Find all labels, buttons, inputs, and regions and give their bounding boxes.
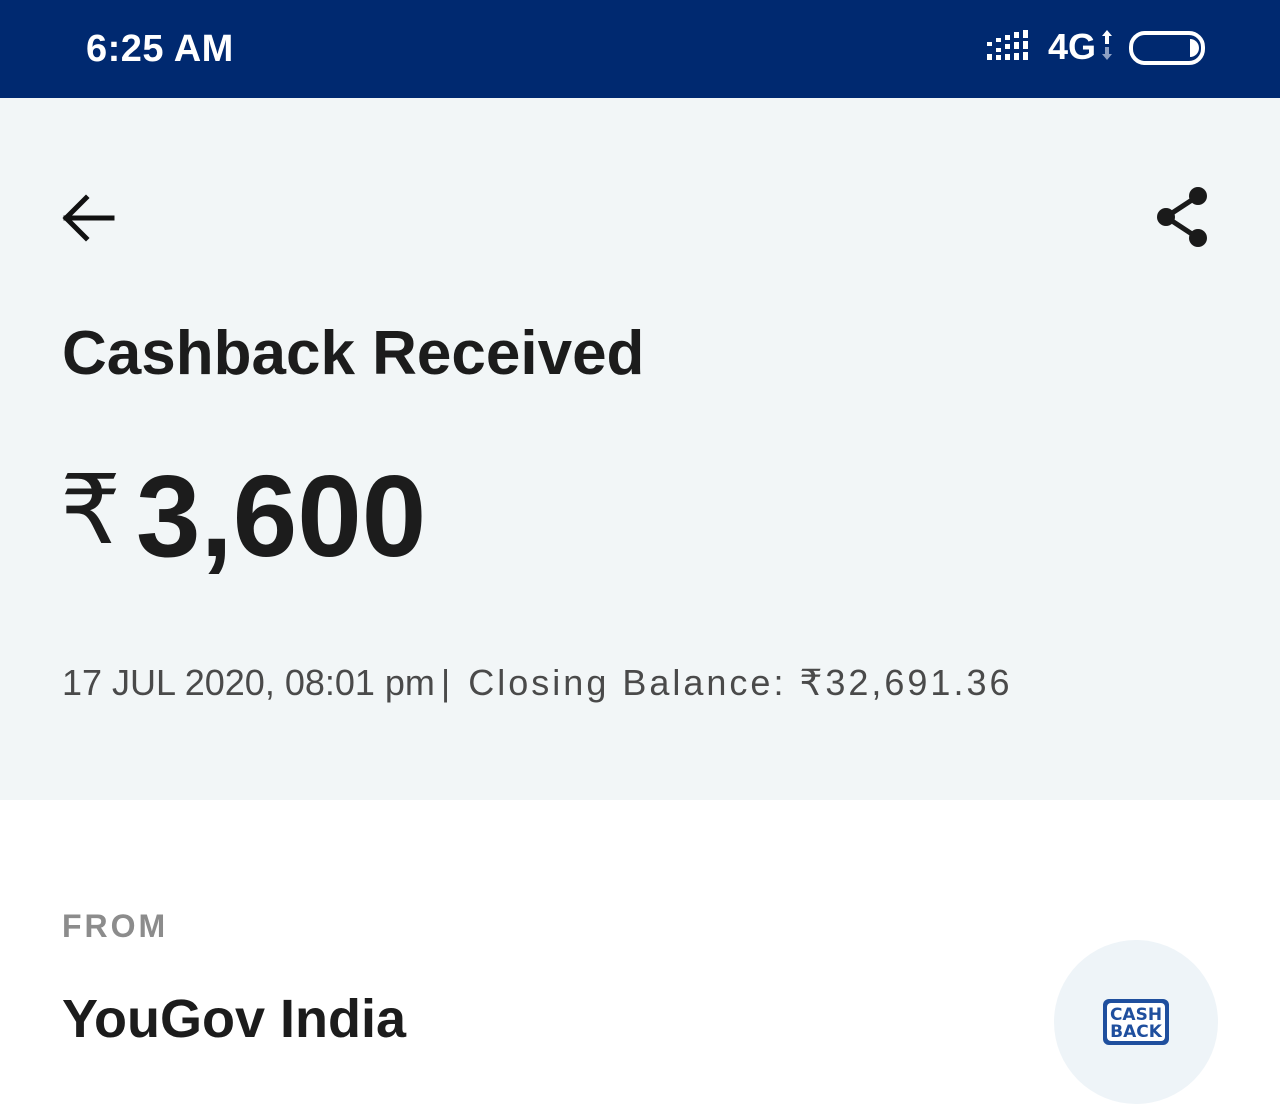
- signal-bars-icon: [987, 30, 1028, 60]
- closing-balance: Closing Balance: ₹32,691.36: [468, 662, 1013, 703]
- back-button[interactable]: [56, 186, 120, 250]
- data-activity-icon: [1102, 30, 1112, 60]
- transaction-datetime: 17 JUL 2020, 08:01 pm: [62, 662, 435, 703]
- payer-name: YouGov India: [62, 989, 407, 1049]
- battery-icon: [1129, 31, 1205, 65]
- share-button[interactable]: [1150, 182, 1218, 252]
- page-title: Cashback Received: [62, 319, 645, 388]
- currency-symbol: ₹: [60, 454, 122, 566]
- status-bar: 6:25 AM 4G: [0, 0, 1280, 98]
- cashback-logo: CASH BACK: [1054, 940, 1218, 1104]
- amount-value: 3,600: [136, 451, 427, 581]
- meta-separator: |: [440, 662, 451, 703]
- transaction-meta: 17 JUL 2020, 08:01 pm | Closing Balance: ₹…: [62, 662, 1013, 704]
- cashback-logo-icon: CASH BACK: [1103, 999, 1169, 1045]
- network-type: 4G: [1048, 26, 1097, 67]
- share-icon: [1157, 187, 1207, 247]
- svg-text:BACK: BACK: [1110, 1022, 1163, 1042]
- from-label: FROM: [62, 908, 169, 944]
- status-time: 6:25 AM: [86, 28, 234, 70]
- arrow-left-icon: [62, 194, 115, 242]
